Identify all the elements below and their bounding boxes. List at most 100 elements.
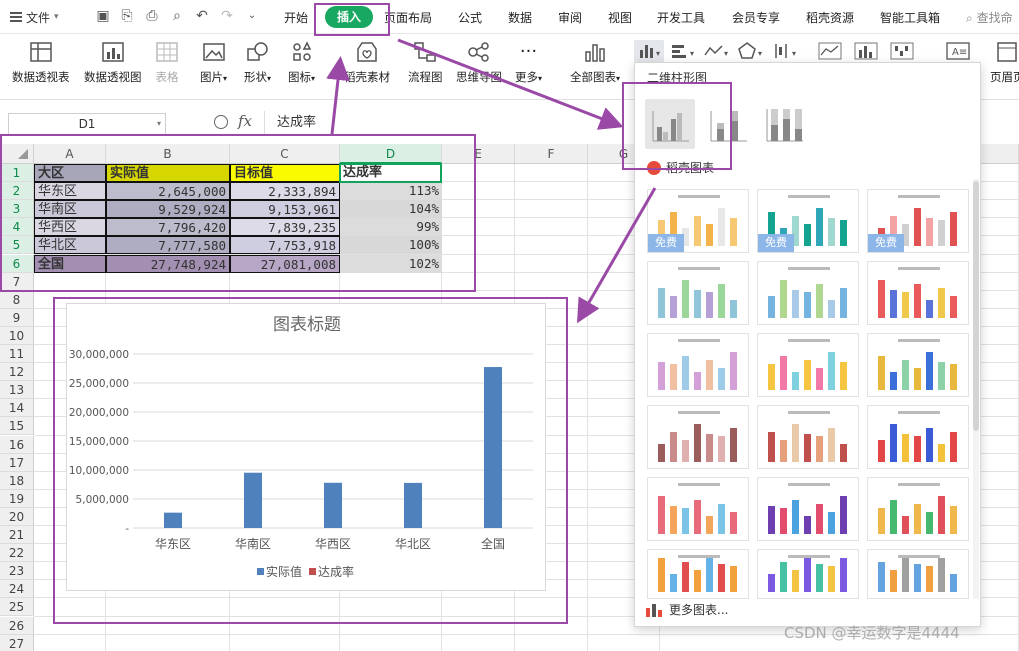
row-header-22[interactable]: 22 [0,544,34,563]
chart-template-thumbnail[interactable] [757,549,859,599]
icon-button[interactable]: 图标▾ [288,40,315,85]
pivot-chart-label: 数据透视图 [84,70,142,84]
export-pdf-icon[interactable]: ⎘ [118,7,136,25]
chart-template-thumbnail[interactable] [647,261,749,325]
row-header-27[interactable]: 27 [0,634,34,651]
undo-icon[interactable]: ↶ [193,7,211,25]
all-charts-button[interactable]: 全部图表▾ [570,40,620,85]
tab-home[interactable]: 开始 [284,9,308,26]
mindmap-button[interactable]: 思维导图 [456,40,502,85]
template-preview [658,339,737,390]
save-icon[interactable]: ▣ [94,7,112,25]
tab-member[interactable]: 会员专享 [732,9,780,26]
sparkline-column-button[interactable] [852,40,882,62]
tab-formulas[interactable]: 公式 [458,9,482,26]
print-preview-icon[interactable]: ⌕ [168,7,186,25]
row-header-10[interactable]: 10 [0,326,34,345]
svg-text:▾: ▾ [656,49,660,58]
shape-icon [246,42,268,61]
free-badge: 免费 [648,234,684,252]
line-chart-button[interactable]: ▾ [702,40,732,62]
template-preview [878,411,957,462]
chart-template-thumbnail[interactable] [647,549,749,599]
row-header-18[interactable]: 18 [0,471,34,490]
header-footer-button[interactable]: 页眉页 [990,40,1019,85]
column-chart-button[interactable]: ▾ [634,40,664,62]
row-header-15[interactable]: 15 [0,417,34,436]
stock-chart-button[interactable]: ▾ [770,40,800,62]
sparkline-line-button[interactable] [816,40,846,62]
redo-icon[interactable]: ↷ [218,7,236,25]
more-charts-link[interactable]: 更多图表... [645,601,728,618]
bar-chart-button[interactable]: ▾ [668,40,698,62]
tab-page-layout[interactable]: 页面布局 [384,9,432,26]
more-label: 更多 [515,70,538,84]
icon-label: 图标 [288,70,311,84]
tab-data[interactable]: 数据 [508,9,532,26]
chart-template-thumbnail[interactable] [867,477,969,541]
row-header-24[interactable]: 24 [0,580,34,599]
chart-template-thumbnail[interactable] [867,549,969,599]
column-header-f[interactable]: F [515,144,588,164]
customize-chevron-icon[interactable]: ⌄ [243,7,261,25]
pivot-chart-button[interactable]: 数据透视图 [84,40,142,85]
template-preview [878,555,957,592]
pivot-table-button[interactable]: 数据透视表 [12,40,70,85]
row-header-8[interactable]: 8 [0,290,34,309]
tab-docer-resources[interactable]: 稻壳资源 [806,9,854,26]
chart-template-thumbnail[interactable] [867,261,969,325]
annotation-box-insert-tab [314,3,390,36]
percent-stacked-column-option[interactable] [759,99,809,149]
table-button[interactable]: 表格 [154,40,180,85]
flowchart-button[interactable]: 流程图 [408,40,443,85]
shape-label: 形状 [244,70,267,84]
tab-developer[interactable]: 开发工具 [657,9,705,26]
row-header-11[interactable]: 11 [0,345,34,363]
row-header-17[interactable]: 17 [0,453,34,472]
row-header-25[interactable]: 25 [0,598,34,617]
chart-template-thumbnail[interactable] [867,405,969,469]
chart-template-thumbnail[interactable]: 免费 [647,189,749,253]
file-menu[interactable]: 文件 ▾ [10,8,59,26]
chart-template-thumbnail[interactable]: 免费 [757,189,859,253]
row-header-14[interactable]: 14 [0,399,34,418]
row-header-16[interactable]: 16 [0,435,34,454]
name-box[interactable]: D1 ▾ [8,113,166,135]
picture-button[interactable]: 图片▾ [200,40,227,85]
chart-template-thumbnail[interactable] [757,477,859,541]
row-header-20[interactable]: 20 [0,507,34,526]
row-header-23[interactable]: 23 [0,562,34,581]
row-header-13[interactable]: 13 [0,381,34,400]
sparkline-winloss-button[interactable] [888,40,918,62]
radar-chart-button[interactable]: ▾ [736,40,766,62]
watermark: CSDN @幸运数字是4444 [784,624,960,642]
tab-view[interactable]: 视图 [608,9,632,26]
chart-template-thumbnail[interactable] [647,333,749,397]
more-button[interactable]: ··· 更多▾ [515,40,542,85]
print-icon[interactable]: ⎙ [143,7,161,25]
row-header-12[interactable]: 12 [0,363,34,382]
chart-template-thumbnail[interactable] [647,405,749,469]
docer-material-button[interactable]: 稻壳素材 [344,40,390,85]
row-header-26[interactable]: 26 [0,616,34,635]
tab-review[interactable]: 审阅 [558,9,582,26]
hamburger-icon [10,12,22,22]
chart-template-thumbnail[interactable] [867,333,969,397]
chart-template-thumbnail[interactable] [757,333,859,397]
free-badge: 免费 [868,234,904,252]
chart-template-thumbnail[interactable] [757,405,859,469]
chart-template-thumbnail[interactable] [647,477,749,541]
text-box-button[interactable]: A≡ [944,40,974,62]
shape-button[interactable]: 形状▾ [244,40,271,85]
chart-template-thumbnail[interactable] [757,261,859,325]
fx-icon[interactable]: fx [238,112,252,130]
row-header-19[interactable]: 19 [0,489,34,508]
panel-scrollbar-thumb[interactable] [973,181,979,431]
tab-smart-toolbox[interactable]: 智能工具箱 [880,9,940,26]
row-header-21[interactable]: 21 [0,526,34,544]
row-header-9[interactable]: 9 [0,308,34,327]
chart-template-thumbnail[interactable]: 免费 [867,189,969,253]
zoom-magnifier-icon[interactable] [214,115,228,129]
search-box[interactable]: ⌕ 查找命 [966,9,1013,26]
picture-icon [202,43,225,61]
